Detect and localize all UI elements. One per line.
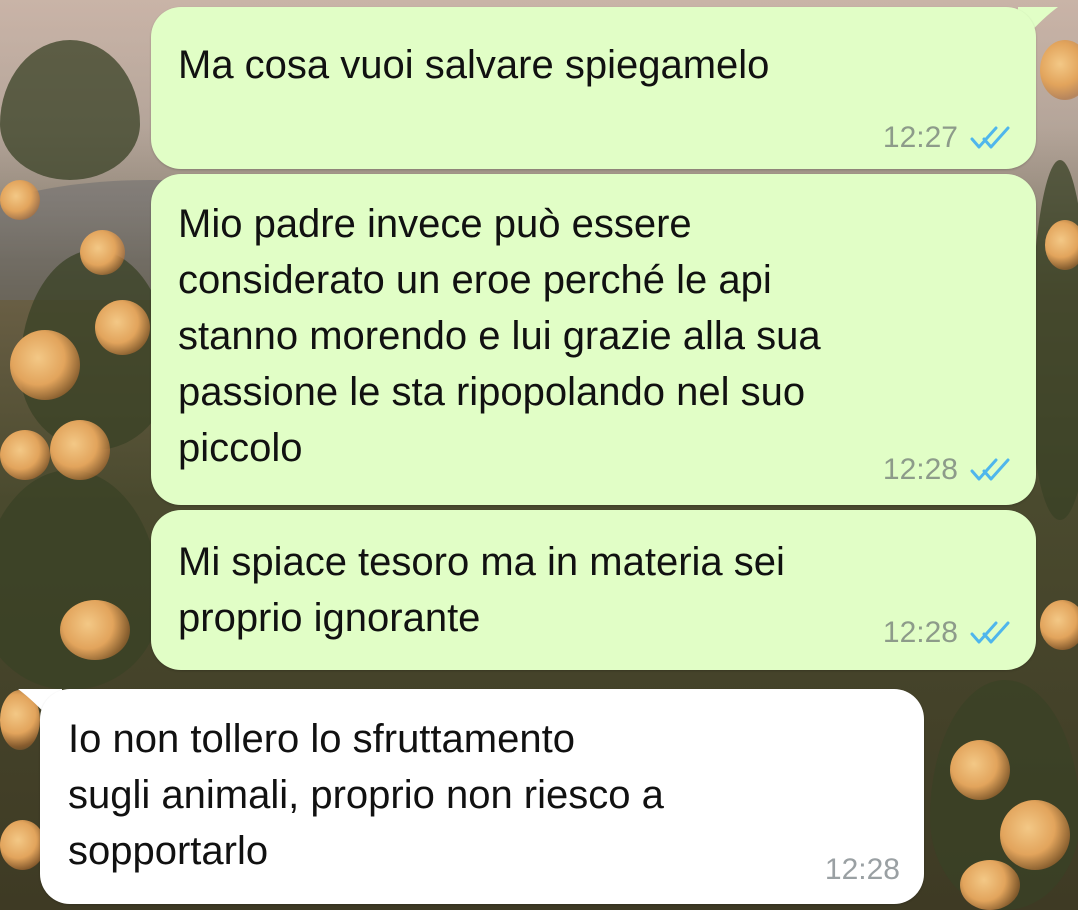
double-check-icon: [970, 621, 1010, 644]
message-bubble-outgoing[interactable]: Mio padre invece può essere considerato …: [151, 174, 1036, 505]
wallpaper-flower: [0, 820, 45, 870]
wallpaper-flower: [960, 860, 1020, 910]
wallpaper-flower: [60, 600, 130, 660]
message-meta: 12:27: [883, 121, 1014, 155]
wallpaper-flower: [0, 430, 50, 480]
message-time: 12:28: [882, 616, 958, 649]
wallpaper-flower: [50, 420, 110, 480]
wallpaper-flower: [1045, 220, 1078, 270]
wallpaper-flower: [0, 180, 40, 220]
message-meta: 12:28: [825, 853, 900, 887]
wallpaper-flower: [10, 330, 80, 400]
wallpaper-flower: [1040, 600, 1078, 650]
double-check-icon: [970, 458, 1010, 481]
message-bubble-outgoing[interactable]: Ma cosa vuoi salvare spiegamelo 12:27: [151, 7, 1036, 169]
message-text: Mi spiace tesoro ma in materia sei propr…: [178, 540, 785, 640]
message-text: Mio padre invece può essere considerato …: [178, 202, 821, 470]
wallpaper-flower: [95, 300, 150, 355]
message-bubble-incoming[interactable]: Io non tollero lo sfruttamento sugli ani…: [40, 689, 924, 904]
message-meta: 12:28: [883, 616, 1014, 650]
message-time: 12:27: [882, 121, 958, 154]
message-text: Ma cosa vuoi salvare spiegamelo: [178, 43, 770, 87]
message-time: 12:28: [882, 453, 958, 486]
wallpaper-flower: [1000, 800, 1070, 870]
message-meta: 12:28: [883, 453, 1014, 487]
message-bubble-outgoing[interactable]: Mi spiace tesoro ma in materia sei propr…: [151, 510, 1036, 670]
wallpaper-flower: [80, 230, 125, 275]
double-check-icon: [970, 126, 1010, 149]
message-text: Io non tollero lo sfruttamento sugli ani…: [68, 717, 664, 873]
wallpaper-flower: [950, 740, 1010, 800]
message-time: 12:28: [824, 853, 900, 886]
